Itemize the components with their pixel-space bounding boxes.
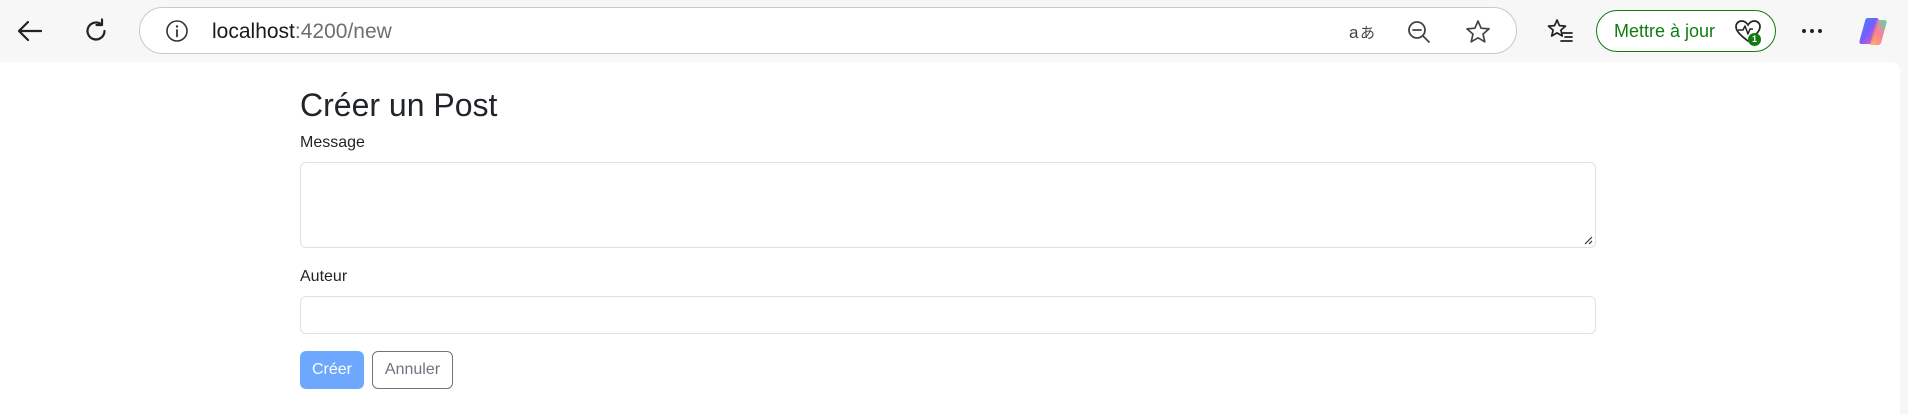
address-bar[interactable]: localhost:4200/new a あ <box>139 7 1517 54</box>
address-url[interactable]: localhost:4200/new <box>212 20 392 44</box>
browser-toolbar: localhost:4200/new a あ Mettre à jour 1 <box>0 0 1908 62</box>
favorites-list-icon <box>1547 19 1573 42</box>
favorites-button[interactable] <box>1540 11 1580 51</box>
page-content: Créer un Post Message Auteur Créer Annul… <box>0 62 1900 415</box>
back-button[interactable] <box>10 11 50 51</box>
update-badge: 1 <box>1748 33 1761 46</box>
page-title: Créer un Post <box>300 87 498 123</box>
author-input[interactable] <box>300 296 1596 334</box>
arrow-left-icon <box>17 20 43 42</box>
svg-text:a: a <box>1349 23 1359 42</box>
zoom-out-button[interactable] <box>1404 17 1434 47</box>
author-label: Auteur <box>300 268 348 285</box>
info-icon <box>166 20 188 42</box>
reload-button[interactable] <box>76 11 116 51</box>
translate-icon: a あ <box>1349 23 1375 42</box>
favorite-button[interactable] <box>1463 17 1493 47</box>
translate-button[interactable]: a あ <box>1348 17 1378 47</box>
cancel-button[interactable]: Annuler <box>372 351 453 389</box>
address-path: :4200/new <box>294 20 392 43</box>
address-host: localhost <box>212 20 295 43</box>
reload-icon <box>86 18 106 41</box>
update-button[interactable]: Mettre à jour 1 <box>1596 10 1776 52</box>
svg-text:あ: あ <box>1360 24 1375 42</box>
site-info-button[interactable] <box>164 18 190 44</box>
message-textarea[interactable] <box>300 162 1596 248</box>
star-icon <box>1466 20 1490 43</box>
copilot-button[interactable] <box>1853 11 1893 51</box>
zoom-out-icon <box>1408 21 1430 43</box>
resize-grip-icon[interactable] <box>1583 235 1593 245</box>
health-heart-icon: 1 <box>1734 19 1764 46</box>
more-button[interactable] <box>1792 11 1832 51</box>
message-label: Message <box>300 134 365 151</box>
more-icon <box>1802 29 1822 33</box>
update-button-label: Mettre à jour <box>1614 21 1716 41</box>
create-button[interactable]: Créer <box>300 351 364 389</box>
copilot-icon <box>1859 18 1887 45</box>
